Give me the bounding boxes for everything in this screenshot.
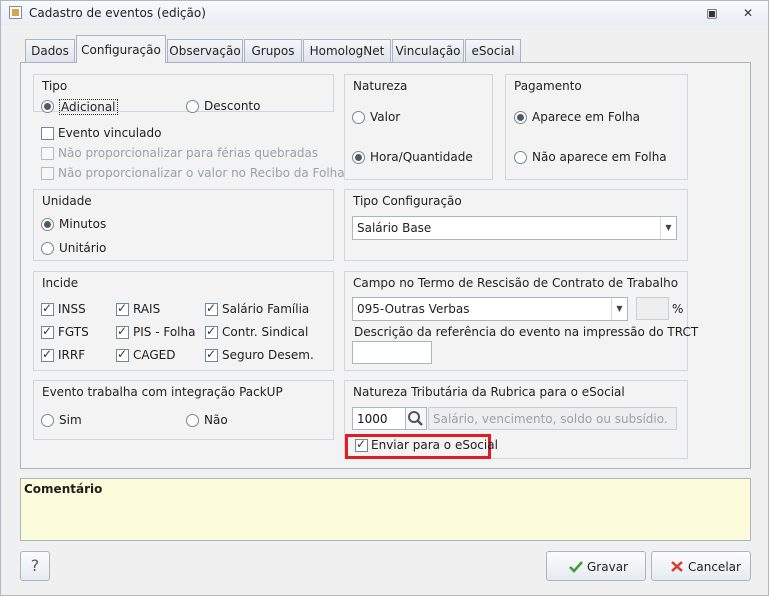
tab-esocial[interactable]: eSocial (465, 39, 521, 63)
unidade-minutos-label: Minutos (59, 217, 107, 231)
cancel-button[interactable]: Cancelar (651, 551, 751, 581)
cancel-button-label: Cancelar (688, 560, 741, 574)
incide-contr-sindical-label: Contr. Sindical (222, 325, 309, 339)
recibo-folha-checkbox[interactable] (41, 167, 54, 180)
natureza-hora-label: Hora/Quantidade (370, 150, 473, 164)
incide-irrf-checkbox[interactable] (41, 347, 54, 362)
incide-salario-familia-label: Salário Família (222, 302, 310, 316)
window-title: Cadastro de eventos (edição) (29, 6, 206, 20)
incide-caged-label: CAGED (133, 348, 176, 362)
pagamento-title: Pagamento (514, 79, 582, 93)
incide-rais-label: RAIS (133, 302, 161, 316)
rescisao-title: Campo no Termo de Rescisão de Contrato d… (353, 276, 679, 290)
ferias-quebradas-checkbox[interactable] (41, 147, 54, 160)
incide-seguro-desem-label: Seguro Desem. (222, 348, 314, 362)
percent-symbol: % (672, 302, 684, 316)
pagamento-nao-aparece-label: Não aparece em Folha (532, 150, 667, 164)
tipo-desconto-radio[interactable] (186, 100, 199, 113)
search-icon (408, 411, 423, 426)
natureza-title: Natureza (353, 79, 408, 93)
incide-pis-label: PIS - Folha (133, 325, 196, 339)
packup-sim-radio[interactable] (41, 414, 54, 427)
rescisao-value: 095-Outras Verbas (357, 302, 470, 316)
packup-title: Evento trabalha com integração PackUP (42, 385, 283, 399)
unidade-unitario-label: Unitário (59, 241, 107, 255)
tab-homolognet[interactable]: HomologNet (303, 39, 391, 63)
ferias-quebradas-label: Não proporcionalizar para férias quebrad… (58, 146, 319, 160)
incide-rais-checkbox[interactable] (116, 301, 129, 316)
tipo-configuracao-select[interactable]: Salário Base ▼ (352, 216, 677, 240)
comment-label: Comentário (24, 482, 103, 496)
incide-inss-checkbox[interactable] (41, 301, 54, 316)
chevron-down-icon[interactable]: ▼ (611, 298, 627, 320)
tipo-configuracao-value: Salário Base (357, 221, 432, 235)
tipo-title: Tipo (42, 79, 68, 93)
natureza-group: Natureza (344, 74, 493, 180)
search-button[interactable] (405, 407, 427, 430)
tab-observacao[interactable]: Observação (167, 39, 243, 63)
natureza-valor-label: Valor (370, 110, 401, 124)
tipo-configuracao-title: Tipo Configuração (353, 194, 462, 208)
descricao-input[interactable] (352, 341, 432, 364)
incide-caged-checkbox[interactable] (116, 347, 129, 362)
natureza-code-input[interactable]: 1000 (352, 407, 406, 430)
incide-irrf-label: IRRF (58, 348, 86, 362)
incide-contr-sindical-checkbox[interactable] (205, 324, 218, 339)
incide-seguro-desem-checkbox[interactable] (205, 347, 218, 362)
tipo-adicional-label: Adicional (59, 99, 118, 115)
enviar-esocial-checkbox[interactable] (355, 437, 368, 452)
pagamento-nao-aparece-radio[interactable] (514, 151, 527, 164)
unidade-unitario-radio[interactable] (41, 242, 54, 255)
pagamento-aparece-label: Aparece em Folha (532, 110, 641, 124)
pagamento-aparece-radio[interactable] (514, 111, 527, 124)
packup-sim-label: Sim (59, 413, 82, 427)
natureza-description-input[interactable]: Salário, vencimento, soldo ou subsídio. (428, 407, 677, 430)
incide-fgts-checkbox[interactable] (41, 324, 54, 339)
unidade-minutos-radio[interactable] (41, 218, 54, 231)
incide-fgts-label: FGTS (58, 325, 89, 339)
rescisao-percent-input[interactable] (636, 297, 669, 320)
evento-vinculado-checkbox[interactable] (41, 127, 54, 140)
save-button[interactable]: Gravar (546, 551, 646, 581)
title-bar: Cadastro de eventos (edição) ▣ ✕ (1, 1, 768, 25)
recibo-folha-label: Não proporcionalizar o valor no Recibo d… (58, 166, 345, 180)
app-icon (9, 6, 22, 19)
packup-nao-label: Não (204, 413, 228, 427)
incide-pis-checkbox[interactable] (116, 324, 129, 339)
packup-nao-radio[interactable] (186, 414, 199, 427)
incide-inss-label: INSS (58, 302, 86, 316)
natureza-valor-radio[interactable] (352, 111, 365, 124)
natureza-tributaria-title: Natureza Tributária da Rubrica para o eS… (353, 385, 625, 399)
configuracao-panel: Tipo Adicional Desconto Evento vinculado… (20, 62, 751, 469)
pagamento-group: Pagamento (505, 74, 688, 180)
tipo-desconto-label: Desconto (204, 99, 261, 113)
tab-grupos[interactable]: Grupos (244, 39, 302, 63)
cross-icon (671, 561, 683, 572)
incide-salario-familia-checkbox[interactable] (205, 301, 218, 316)
restore-button[interactable]: ▣ (704, 6, 720, 20)
dialog-window: Cadastro de eventos (edição) ▣ ✕ Dados C… (0, 0, 769, 596)
comment-area[interactable]: Comentário (20, 478, 751, 541)
tab-dados[interactable]: Dados (25, 39, 75, 63)
tipo-adicional-radio[interactable] (41, 100, 54, 113)
close-button[interactable]: ✕ (740, 6, 756, 20)
natureza-hora-radio[interactable] (352, 151, 365, 164)
evento-vinculado-label: Evento vinculado (58, 126, 162, 140)
chevron-down-icon[interactable]: ▼ (660, 217, 676, 239)
packup-group: Evento trabalha com integração PackUP (33, 380, 334, 440)
unidade-title: Unidade (42, 194, 92, 208)
enviar-esocial-label: Enviar para o eSocial (371, 438, 498, 452)
rescisao-select[interactable]: 095-Outras Verbas ▼ (352, 297, 628, 321)
tab-configuracao[interactable]: Configuração (76, 35, 166, 63)
descricao-label: Descrição da referência do evento na imp… (354, 325, 699, 339)
help-button[interactable]: ? (20, 551, 50, 581)
tab-vinculacao[interactable]: Vinculação (392, 39, 464, 63)
check-icon (569, 561, 583, 573)
incide-title: Incide (42, 276, 79, 290)
save-button-label: Gravar (587, 560, 628, 574)
